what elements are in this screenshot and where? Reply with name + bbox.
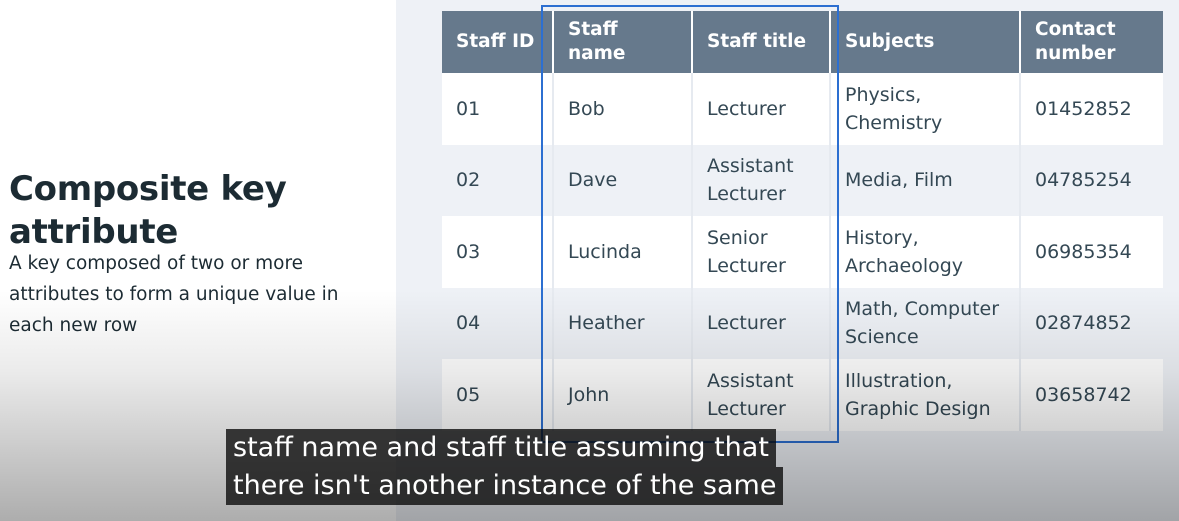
cell-staff-title: Senior Lecturer <box>692 216 831 288</box>
cell-staff-title: Assistant Lecturer <box>692 144 831 216</box>
table-header-row: Staff ID Staff name Staff title Subjects… <box>442 11 1163 73</box>
cell-staff-name: Dave <box>553 144 693 216</box>
cell-staff-name: Heather <box>553 287 693 359</box>
cell-staff-name: Bob <box>553 73 693 145</box>
cell-subjects: Illustration, Graphic Design <box>830 359 1021 431</box>
staff-table: Staff ID Staff name Staff title Subjects… <box>442 11 1163 431</box>
cell-subjects: Math, Computer Science <box>830 287 1021 359</box>
header-contact-number: Contact number <box>1020 11 1163 73</box>
table-row: 04 Heather Lecturer Math, Computer Scien… <box>442 287 1163 359</box>
header-subjects: Subjects <box>830 11 1021 73</box>
caption-line-2: there isn't another instance of the same <box>226 467 784 505</box>
cell-subjects: Physics, Chemistry <box>830 73 1021 145</box>
cell-contact-number: 06985354 <box>1020 216 1163 288</box>
cell-staff-id: 05 <box>442 359 554 431</box>
cell-staff-id: 04 <box>442 287 554 359</box>
cell-contact-number: 03658742 <box>1020 359 1163 431</box>
slide-description: A key composed of two or more attributes… <box>9 253 339 336</box>
cell-staff-name: John <box>553 359 693 431</box>
cell-subjects: History, Archaeology <box>830 216 1021 288</box>
header-staff-name: Staff name <box>553 11 693 73</box>
cell-subjects: Media, Film <box>830 144 1021 216</box>
header-staff-id: Staff ID <box>442 11 554 73</box>
cell-contact-number: 02874852 <box>1020 287 1163 359</box>
cell-staff-id: 01 <box>442 73 554 145</box>
table-row: 05 John Assistant Lecturer Illustration,… <box>442 359 1163 431</box>
cell-staff-title: Lecturer <box>692 287 831 359</box>
cell-staff-id: 02 <box>442 144 554 216</box>
table-row: 01 Bob Lecturer Physics, Chemistry 01452… <box>442 73 1163 145</box>
cell-contact-number: 01452852 <box>1020 73 1163 145</box>
header-staff-title: Staff title <box>692 11 831 73</box>
caption-line-1: staff name and staff title assuming that <box>226 429 776 467</box>
cell-contact-number: 04785254 <box>1020 144 1163 216</box>
table-row: 02 Dave Assistant Lecturer Media, Film 0… <box>442 144 1163 216</box>
table-row: 03 Lucinda Senior Lecturer History, Arch… <box>442 216 1163 288</box>
cell-staff-title: Lecturer <box>692 73 831 145</box>
slide-text-block: Composite key attribute A key composed o… <box>9 168 379 341</box>
cell-staff-name: Lucinda <box>553 216 693 288</box>
cell-staff-title: Assistant Lecturer <box>692 359 831 431</box>
slide-heading: Composite key attribute <box>9 169 287 252</box>
video-captions: staff name and staff title assuming that… <box>226 429 784 505</box>
cell-staff-id: 03 <box>442 216 554 288</box>
